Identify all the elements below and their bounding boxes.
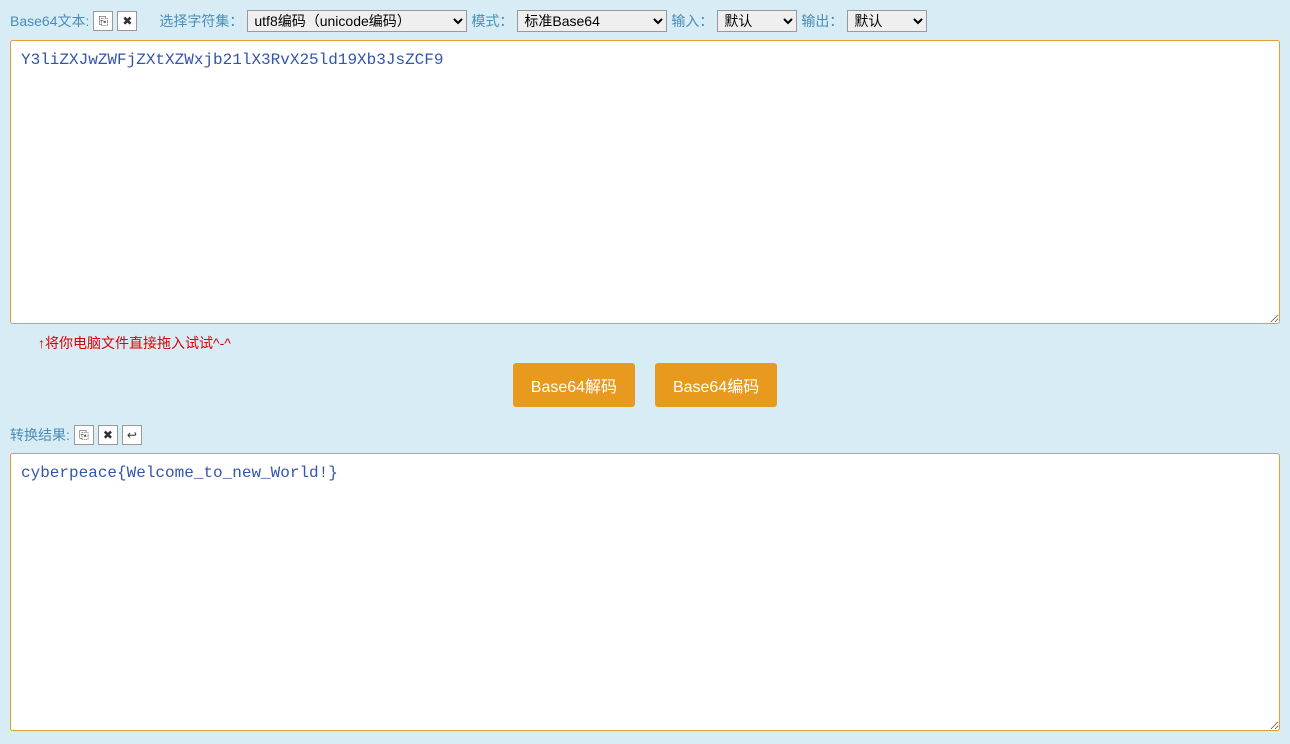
charset-label: 选择字符集： [159,11,243,31]
result-label: 转换结果: [10,425,70,445]
top-toolbar: Base64文本: ⎘ ✖ 选择字符集： utf8编码（unicode编码） 模… [10,10,1280,32]
clear-icon: ✖ [103,428,113,442]
input-textarea[interactable] [10,40,1280,324]
result-toolbar: 转换结果: ⎘ ✖ ↩ [10,425,1280,445]
clear-input-button[interactable]: ✖ [117,11,137,31]
copy-icon: ⎘ [79,428,89,443]
copy-icon: ⎘ [99,14,109,29]
clear-result-button[interactable]: ✖ [98,425,118,445]
drag-hint: ↑将你电脑文件直接拖入试试^-^ [38,333,1280,353]
output-format-select[interactable]: 默认 [847,10,927,32]
result-textarea[interactable] [10,453,1280,731]
swap-icon: ↩ [127,428,137,442]
mode-select[interactable]: 标准Base64 [517,10,667,32]
action-button-row: Base64解码 Base64编码 [10,363,1280,407]
encode-button[interactable]: Base64编码 [655,363,777,407]
charset-select[interactable]: utf8编码（unicode编码） [247,10,467,32]
swap-button[interactable]: ↩ [122,425,142,445]
input-format-select[interactable]: 默认 [717,10,797,32]
copy-result-button[interactable]: ⎘ [74,425,94,445]
mode-label: 模式： [471,11,513,31]
input-label: Base64文本: [10,11,89,31]
copy-input-button[interactable]: ⎘ [93,11,113,31]
decode-button[interactable]: Base64解码 [513,363,635,407]
output-format-label: 输出： [801,11,843,31]
clear-icon: ✖ [122,14,132,28]
input-format-label: 输入： [671,11,713,31]
